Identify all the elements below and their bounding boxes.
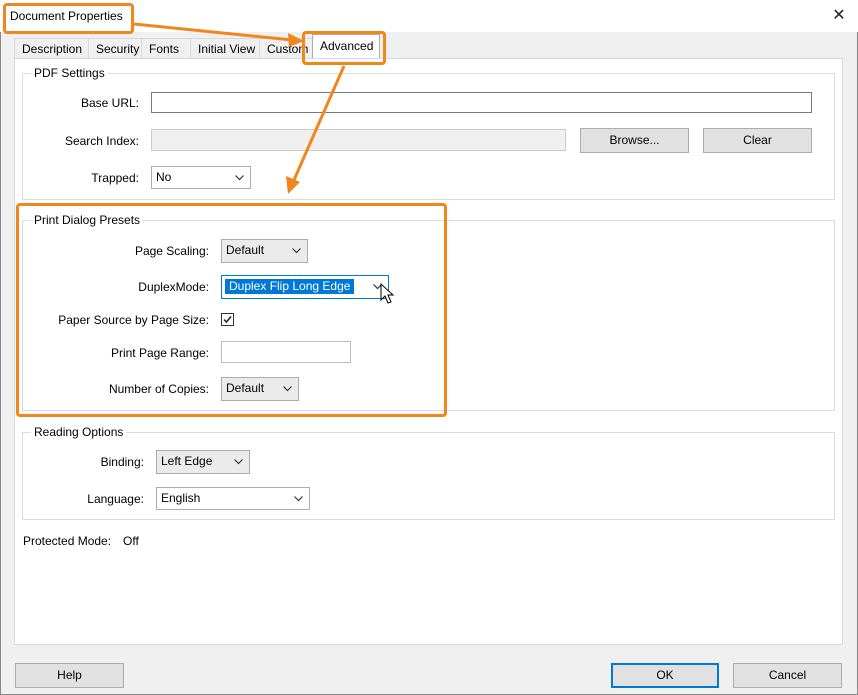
arrow-title-to-tab-icon (133, 22, 304, 47)
arrow-tab-to-presets-icon (286, 65, 346, 194)
annotation-arrows (133, 22, 346, 194)
